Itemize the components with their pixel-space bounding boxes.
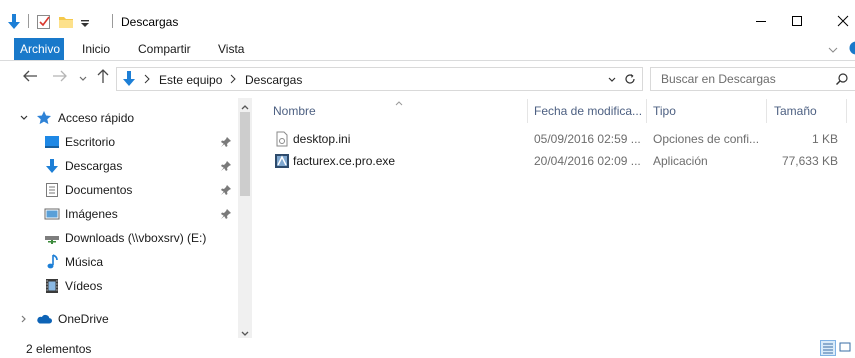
large-icons-view-button[interactable]: [838, 340, 854, 356]
file-date: 05/09/2016 02:59 ...: [534, 132, 641, 146]
nav-item-label: Música: [65, 255, 104, 269]
tab-compartir[interactable]: Compartir: [138, 38, 191, 60]
back-button[interactable]: [22, 69, 38, 87]
pin-icon[interactable]: [220, 136, 232, 148]
download-arrow-icon[interactable]: [6, 12, 22, 32]
search-icon[interactable]: [835, 72, 849, 89]
nav-item-label: Imágenes: [65, 207, 118, 221]
file-type: Opciones de confi...: [653, 132, 760, 146]
address-bar[interactable]: Este equipo Descargas: [116, 67, 643, 91]
window-title: Descargas: [121, 15, 179, 29]
nav-item-label: Downloads (\\vboxsrv) (E:): [65, 231, 207, 245]
download-arrow-icon: [121, 70, 137, 91]
nav-item-descargas[interactable]: Descargas: [0, 155, 238, 177]
breadcrumb-chevron-icon[interactable]: [229, 73, 237, 88]
nav-item-label: Descargas: [65, 159, 123, 173]
desktop-icon: [44, 134, 60, 150]
document-icon: [44, 182, 60, 198]
toolbar-separator: [28, 14, 29, 28]
chevron-down-icon[interactable]: [16, 110, 32, 126]
column-header-tamano[interactable]: Tamaño: [774, 99, 817, 123]
file-size: 1 KB: [811, 132, 838, 146]
breadcrumb-este-equipo[interactable]: Este equipo: [159, 73, 222, 87]
navigation-pane: Acceso rápido Escritorio Descargas Docum…: [0, 98, 253, 338]
pin-icon[interactable]: [220, 208, 232, 220]
nav-item-label: Documentos: [65, 183, 133, 197]
close-button[interactable]: [820, 8, 855, 34]
chevron-right-icon[interactable]: [16, 311, 32, 327]
nav-item-musica[interactable]: Música: [0, 251, 238, 273]
nav-quick-access[interactable]: Acceso rápido: [0, 107, 238, 129]
exe-app-icon: [274, 153, 290, 172]
search-input[interactable]: Buscar en Descargas: [650, 67, 855, 91]
file-date: 20/04/2016 02:09 ...: [534, 154, 641, 168]
music-note-icon: [44, 254, 60, 270]
column-header-fecha[interactable]: Fecha de modifica...: [534, 99, 642, 123]
tab-archivo[interactable]: Archivo: [14, 38, 64, 60]
breadcrumb-descargas[interactable]: Descargas: [245, 73, 302, 87]
nav-quick-access-label: Acceso rápido: [58, 111, 135, 125]
column-header-nombre[interactable]: Nombre: [273, 99, 316, 123]
onedrive-cloud-icon: [36, 311, 52, 327]
nav-pane-scrollbar-thumb[interactable]: [240, 112, 250, 196]
scroll-up-arrow-icon[interactable]: [240, 100, 250, 114]
file-row[interactable]: desktop.ini 05/09/2016 02:59 ... Opcione…: [266, 128, 846, 150]
pin-icon[interactable]: [220, 160, 232, 172]
ribbon-tabs: Archivo Inicio Compartir Vista: [0, 38, 855, 60]
file-type: Aplicación: [653, 154, 708, 168]
toolbar-separator: [112, 14, 113, 28]
title-bar: Descargas: [0, 0, 855, 38]
star-icon: [36, 110, 52, 126]
expand-ribbon-icon[interactable]: [828, 44, 838, 58]
nav-item-videos[interactable]: Vídeos: [0, 275, 238, 297]
column-divider[interactable]: [766, 99, 767, 123]
video-icon: [44, 278, 60, 294]
recent-locations-dropdown-icon[interactable]: [78, 71, 88, 88]
customize-toolbar-dropdown-icon[interactable]: [80, 13, 90, 33]
address-history-dropdown-icon[interactable]: [607, 74, 617, 88]
nav-item-imagenes[interactable]: Imágenes: [0, 203, 238, 225]
ini-file-icon: [274, 131, 290, 150]
column-divider[interactable]: [846, 99, 847, 123]
file-row[interactable]: facturex.ce.pro.exe 20/04/2016 02:09 ...…: [266, 150, 846, 172]
file-size: 77,633 KB: [781, 154, 838, 168]
details-view-button[interactable]: [820, 340, 836, 356]
forward-button[interactable]: [52, 69, 68, 87]
pictures-icon: [44, 206, 60, 222]
nav-item-label: Escritorio: [65, 135, 116, 149]
nav-item-escritorio[interactable]: Escritorio: [0, 131, 238, 153]
breadcrumb-chevron-icon[interactable]: [143, 73, 151, 88]
tab-inicio[interactable]: Inicio: [82, 38, 110, 60]
search-placeholder: Buscar en Descargas: [661, 72, 776, 86]
file-name: desktop.ini: [293, 132, 351, 146]
nav-item-documentos[interactable]: Documentos: [0, 179, 238, 201]
nav-item-onedrive[interactable]: OneDrive: [0, 308, 238, 330]
status-bar: 2 elementos: [0, 338, 855, 358]
column-divider[interactable]: [527, 99, 528, 123]
help-icon[interactable]: [848, 41, 855, 58]
refresh-icon[interactable]: [623, 72, 637, 89]
nav-onedrive-label: OneDrive: [58, 312, 109, 326]
network-drive-icon: [44, 230, 60, 246]
column-header-tipo[interactable]: Tipo: [653, 99, 676, 123]
properties-icon[interactable]: [36, 12, 52, 32]
download-arrow-icon: [44, 158, 60, 174]
item-count: 2 elementos: [26, 342, 92, 356]
nav-item-network-drive[interactable]: Downloads (\\vboxsrv) (E:): [0, 227, 238, 249]
maximize-button[interactable]: [774, 8, 820, 34]
up-button[interactable]: [96, 68, 110, 88]
sort-ascending-icon: [394, 95, 404, 109]
column-divider[interactable]: [646, 99, 647, 123]
new-folder-icon[interactable]: [58, 12, 74, 32]
file-name: facturex.ce.pro.exe: [293, 154, 396, 168]
pin-icon[interactable]: [220, 184, 232, 196]
nav-item-label: Vídeos: [65, 279, 103, 293]
tab-vista[interactable]: Vista: [218, 38, 244, 60]
